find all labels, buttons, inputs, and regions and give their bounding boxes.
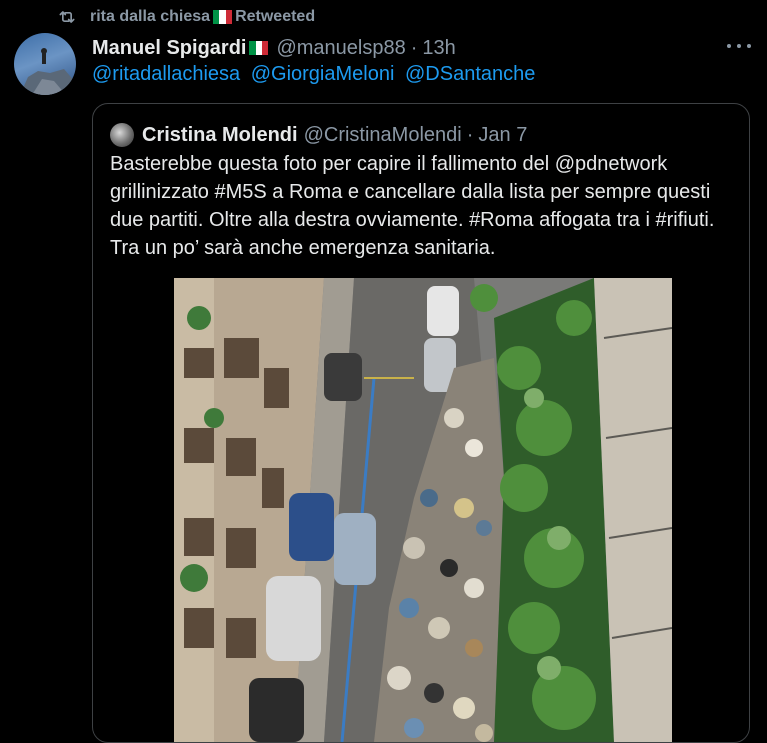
quoted-header: Cristina Molendi @CristinaMolendi · Jan … <box>110 121 527 149</box>
author-avatar[interactable] <box>14 33 76 95</box>
mention-link[interactable]: @GiorgiaMeloni <box>251 63 395 85</box>
italy-flag-icon <box>213 10 233 24</box>
retweeted-label: Retweeted <box>235 8 316 25</box>
mentions-line: @ritadallachiesa @GiorgiaMeloni @DSantan… <box>92 63 540 86</box>
quoted-text: Basterebbe questa foto per capire il fal… <box>110 153 715 259</box>
italy-flag-icon <box>249 41 269 55</box>
author-handle[interactable]: @manuelsp88 <box>276 37 405 60</box>
quoted-author-name[interactable]: Cristina Molendi <box>142 124 298 147</box>
retweet-context[interactable]: rita dalla chiesa Retweeted <box>56 6 315 28</box>
author-name[interactable]: Manuel Spigardi <box>92 37 246 60</box>
quoted-author-avatar[interactable] <box>110 123 134 147</box>
quoted-author-handle[interactable]: @CristinaMolendi <box>304 124 462 147</box>
more-options-icon[interactable] <box>727 36 751 56</box>
mention-link[interactable]: @DSantanche <box>405 63 535 85</box>
quoted-tweet[interactable]: Cristina Molendi @CristinaMolendi · Jan … <box>92 103 750 743</box>
separator-dot: · <box>466 123 474 146</box>
mention-link[interactable]: @ritadallachiesa <box>92 63 240 85</box>
retweeter-name[interactable]: rita dalla chiesa <box>90 8 210 26</box>
tweet-time[interactable]: 13h <box>422 37 455 60</box>
tweet-header: Manuel Spigardi @manuelsp88 · 13h <box>92 34 456 62</box>
retweet-icon <box>59 11 75 23</box>
quoted-date[interactable]: Jan 7 <box>478 124 527 147</box>
street-garbage-photo[interactable] <box>174 278 672 742</box>
separator-dot: · <box>410 36 418 59</box>
